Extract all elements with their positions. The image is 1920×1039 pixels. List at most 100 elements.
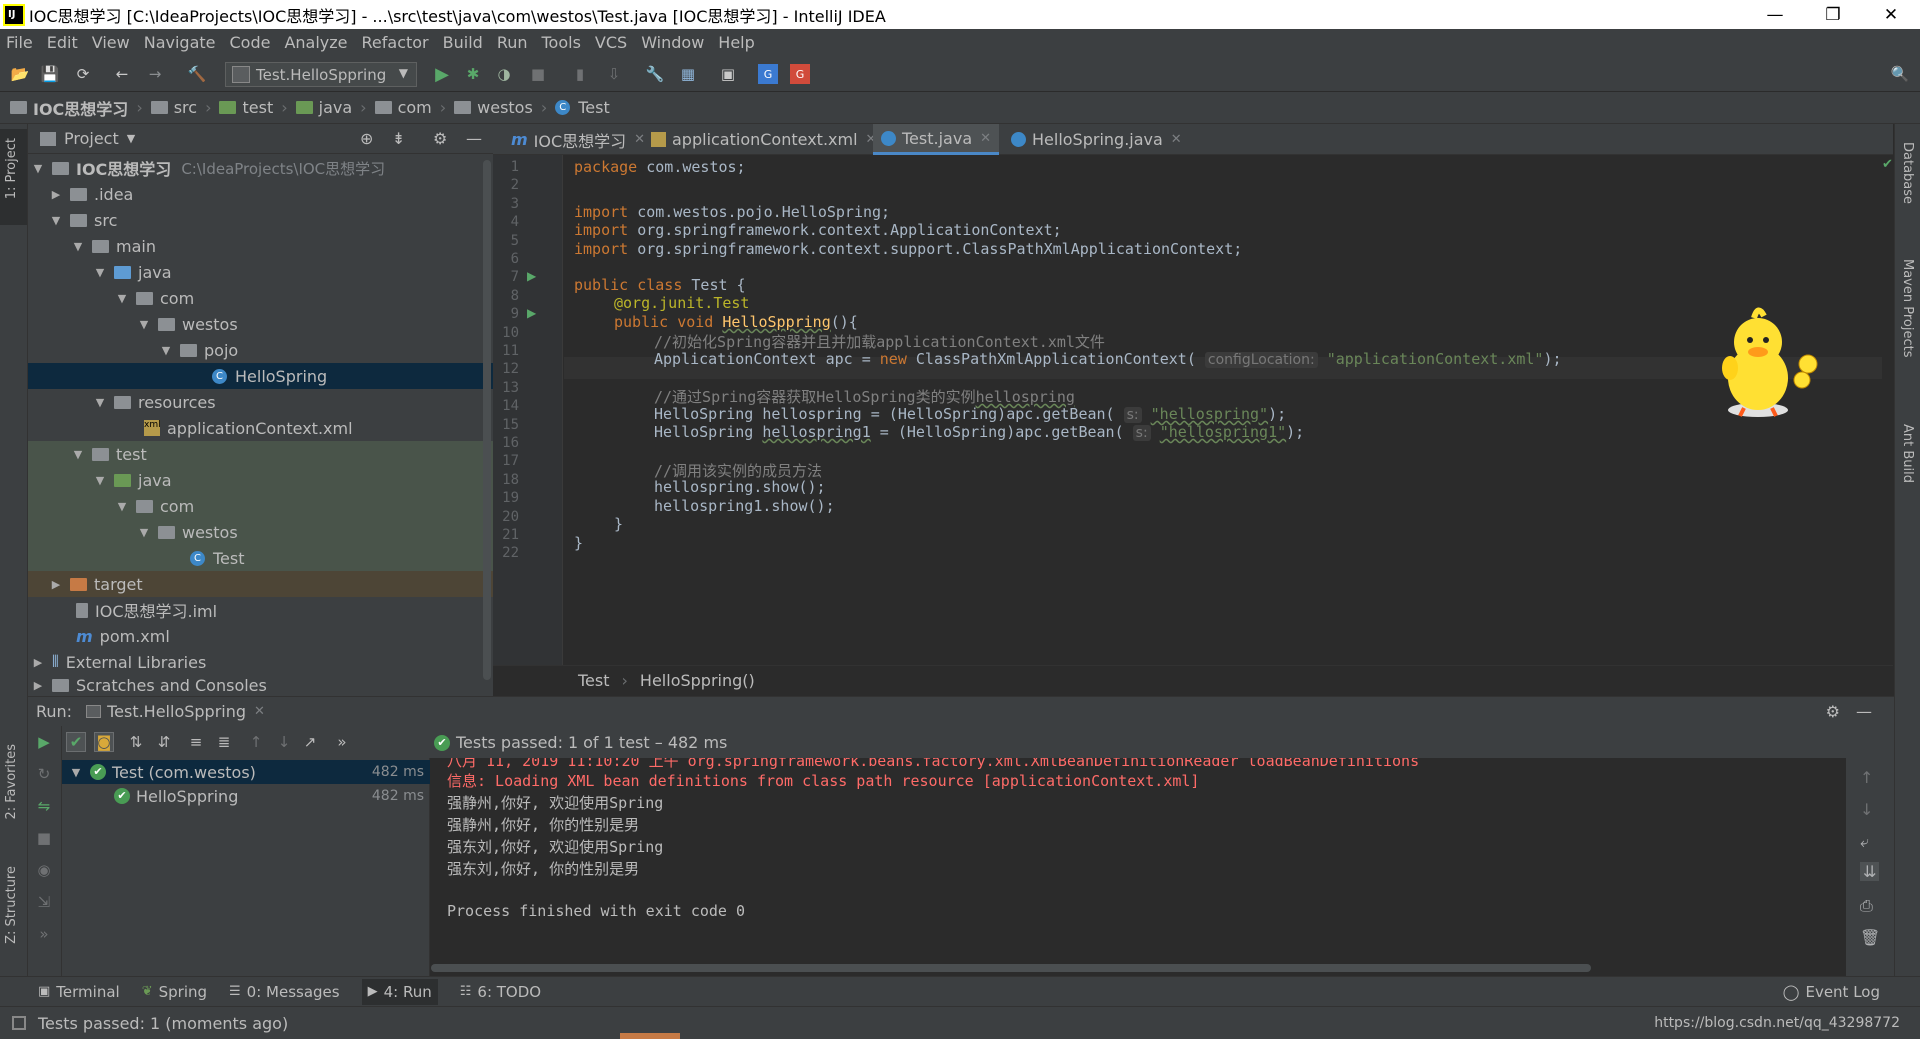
console-horizontal-scrollbar[interactable] xyxy=(431,964,1591,972)
bookmark-icon[interactable]: ▮ xyxy=(570,64,590,84)
tab-applicationcontext-xml[interactable]: applicationContext.xml ✕ xyxy=(643,124,884,155)
more-icon[interactable]: » xyxy=(332,732,352,752)
tree-item-pom[interactable]: m pom.xml xyxy=(28,623,493,649)
search-icon[interactable]: 🔍 xyxy=(1890,64,1910,84)
sort-duration-icon[interactable]: ⇵ xyxy=(154,732,174,752)
menu-file[interactable]: File xyxy=(6,33,33,52)
tree-item-main[interactable]: ▼ main xyxy=(28,233,493,259)
coverage-icon[interactable]: ◑ xyxy=(494,64,514,84)
menu-refactor[interactable]: Refactor xyxy=(362,33,429,52)
print-icon[interactable]: ⎙ xyxy=(1860,896,1873,916)
run-icon[interactable]: ▶ xyxy=(432,64,452,85)
menu-tools[interactable]: Tools xyxy=(542,33,581,52)
stripe-maven-tab[interactable]: Maven Projects xyxy=(1900,259,1915,358)
project-scrollbar[interactable] xyxy=(483,160,491,680)
rerun-icon[interactable]: ▶ xyxy=(34,732,54,752)
menu-view[interactable]: View xyxy=(92,33,130,52)
toggle-auto-test-icon[interactable]: ⇋ xyxy=(34,796,54,816)
forward-icon[interactable]: → xyxy=(145,64,165,84)
menu-build[interactable]: Build xyxy=(443,33,483,52)
collapse-all-icon[interactable]: ≣ xyxy=(214,732,234,752)
tree-item-iml[interactable]: IOC思想学习.iml xyxy=(28,597,493,623)
menu-code[interactable]: Code xyxy=(230,33,271,52)
breadcrumb-java[interactable]: java › xyxy=(295,98,367,117)
locate-target-icon[interactable]: ⊕ xyxy=(360,129,373,148)
previous-failed-icon[interactable]: ↑ xyxy=(246,732,266,752)
down-arrow-icon[interactable]: ↓ xyxy=(1860,800,1873,819)
tree-item-test-class[interactable]: C Test xyxy=(28,545,493,571)
stripe-structure-tab[interactable]: Z: Structure xyxy=(4,866,19,944)
tree-item-project-root[interactable]: ▼ IOC思想学习 C:\IdeaProjects\IOC思想学习 xyxy=(28,155,493,181)
tree-item-scratches[interactable]: ▶ Scratches and Consoles xyxy=(28,675,493,696)
sync-icon[interactable]: ⟳ xyxy=(73,64,93,84)
save-icon[interactable]: 💾 xyxy=(40,64,60,84)
next-failed-icon[interactable]: ↓ xyxy=(274,732,294,752)
tab-run[interactable]: ▶ 4: Run xyxy=(361,978,438,1005)
collapse-all-icon[interactable]: ⇟ xyxy=(392,129,405,148)
tree-item-test-westos[interactable]: ▼ westos xyxy=(28,519,493,545)
tree-item-test-com[interactable]: ▼ com xyxy=(28,493,493,519)
stripe-ant-tab[interactable]: Ant Build xyxy=(1900,424,1915,483)
tab-todo[interactable]: ☷ 6: TODO xyxy=(460,983,541,1001)
tab-spring[interactable]: ❦ Spring xyxy=(142,983,207,1001)
tree-item-main-java[interactable]: ▼ java xyxy=(28,259,493,285)
tree-item-idea[interactable]: ▶ .idea xyxy=(28,181,493,207)
breadcrumb-src[interactable]: src › xyxy=(150,98,211,117)
breadcrumb-test[interactable]: test › xyxy=(219,98,288,117)
run-configuration-select[interactable]: Test.HelloSppring ▼ xyxy=(225,62,417,87)
translate-alt-icon[interactable]: G xyxy=(790,64,810,84)
menu-navigate[interactable]: Navigate xyxy=(144,33,216,52)
tab-messages[interactable]: ☰ 0: Messages xyxy=(229,983,340,1001)
tree-item-resources[interactable]: ▼ resources xyxy=(28,389,493,415)
breadcrumb-test-class[interactable]: C Test xyxy=(555,98,610,117)
back-icon[interactable]: ← xyxy=(112,64,132,84)
test-case-row[interactable]: ✔ HelloSppring 482 ms xyxy=(62,784,430,808)
run-test-gutter-icon[interactable]: ▶ xyxy=(527,269,536,283)
event-log-button[interactable]: ◯ Event Log xyxy=(1783,983,1880,1001)
gear-icon[interactable]: ⚙ xyxy=(433,129,447,148)
rerun-failed-icon[interactable]: ↻ xyxy=(34,764,54,784)
editor-crumb-method[interactable]: HelloSppring() xyxy=(640,671,755,690)
up-arrow-icon[interactable]: ↑ xyxy=(1860,768,1873,787)
breadcrumb-westos[interactable]: westos › xyxy=(454,98,547,117)
stripe-favorites-tab[interactable]: 2: Favorites xyxy=(4,744,19,820)
test-suite-row[interactable]: ▼ ✔ Test (com.westos) 482 ms xyxy=(62,760,430,784)
menu-analyze[interactable]: Analyze xyxy=(284,33,347,52)
console-output[interactable]: 八月 11, 2019 11:10:20 上午 org.springframew… xyxy=(431,758,1846,976)
project-structure-icon[interactable]: ▦ xyxy=(678,64,698,84)
build-hammer-icon[interactable]: 🔨 xyxy=(187,64,207,84)
hide-panel-icon[interactable]: — xyxy=(466,129,482,148)
code-editor[interactable]: package com.westos; import com.westos.po… xyxy=(564,155,1884,665)
stop-icon[interactable]: ■ xyxy=(34,828,54,848)
export-icon[interactable]: ↗ xyxy=(300,732,320,752)
tree-item-src[interactable]: ▼ src xyxy=(28,207,493,233)
tree-item-main-westos[interactable]: ▼ westos xyxy=(28,311,493,337)
breadcrumb-project[interactable]: IOC思想学习 › xyxy=(10,96,143,120)
stop-icon[interactable]: ■ xyxy=(528,64,548,84)
stripe-project-tab[interactable]: 1: Project xyxy=(4,138,19,199)
stripe-database-tab[interactable]: Database xyxy=(1900,142,1915,204)
expand-all-icon[interactable]: ≡ xyxy=(186,732,206,752)
tree-item-target[interactable]: ▶ target xyxy=(28,571,493,597)
scroll-to-end-icon[interactable]: ⇊ xyxy=(1860,862,1880,881)
tab-ioc-project[interactable]: m IOC思想学习 ✕ xyxy=(503,124,653,155)
tree-item-pojo[interactable]: ▼ pojo xyxy=(28,337,493,363)
more-icon[interactable]: » xyxy=(34,924,54,944)
tree-item-test-java[interactable]: ▼ java xyxy=(28,467,493,493)
run-test-gutter-icon[interactable]: ▶ xyxy=(527,306,536,320)
menu-run[interactable]: Run xyxy=(497,33,528,52)
debug-bug-icon[interactable]: ✱ xyxy=(463,64,483,84)
close-icon[interactable]: ✕ xyxy=(254,704,265,719)
translate-icon[interactable]: G xyxy=(758,64,778,84)
editor-scrollbar[interactable]: ✔ xyxy=(1882,155,1894,665)
terminal-icon[interactable]: ▣ xyxy=(718,64,738,84)
restore-button[interactable]: ❐ xyxy=(1804,0,1862,29)
tree-item-test[interactable]: ▼ test xyxy=(28,441,493,467)
show-ignored-icon[interactable]: ◙ xyxy=(94,732,114,752)
tree-item-applicationcontext-xml[interactable]: xml applicationContext.xml xyxy=(28,415,493,441)
status-toggle-icon[interactable] xyxy=(12,1016,26,1030)
menu-window[interactable]: Window xyxy=(641,33,704,52)
tree-item-hellospring[interactable]: C HelloSpring xyxy=(28,363,493,389)
trash-icon[interactable]: 🗑 xyxy=(1860,928,1880,947)
breadcrumb-com[interactable]: com › xyxy=(374,98,446,117)
